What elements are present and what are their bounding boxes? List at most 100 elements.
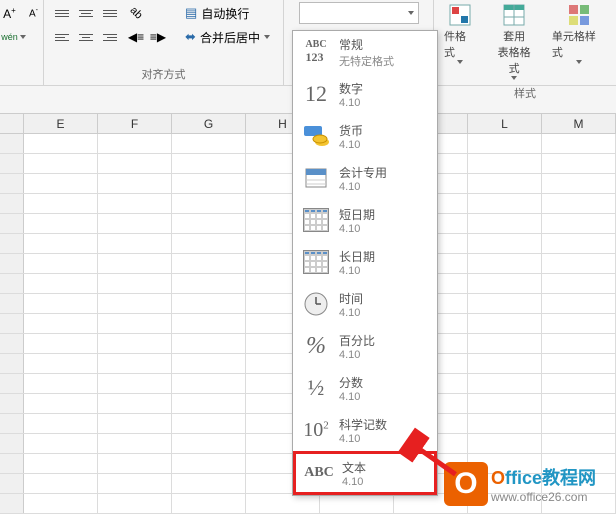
row-header[interactable] [0, 434, 24, 453]
row-header[interactable] [0, 234, 24, 253]
cell[interactable] [98, 194, 172, 213]
cell[interactable] [98, 234, 172, 253]
column-header[interactable]: E [24, 114, 98, 133]
cell[interactable] [24, 434, 98, 453]
cell[interactable] [98, 494, 172, 513]
cell[interactable] [468, 434, 542, 453]
cell[interactable] [172, 194, 246, 213]
cell[interactable] [468, 274, 542, 293]
cell[interactable] [172, 234, 246, 253]
cell[interactable] [98, 474, 172, 493]
decrease-indent[interactable]: ◀≡ [125, 26, 147, 48]
align-top-left[interactable] [51, 2, 73, 24]
format-option-clock[interactable]: 时间4.10 [293, 283, 437, 325]
cell[interactable] [98, 174, 172, 193]
cell[interactable] [98, 374, 172, 393]
cell[interactable] [468, 254, 542, 273]
cell[interactable] [468, 354, 542, 373]
cell[interactable] [172, 494, 246, 513]
cell[interactable] [468, 194, 542, 213]
row-header[interactable] [0, 194, 24, 213]
cell[interactable] [172, 274, 246, 293]
cell[interactable] [468, 334, 542, 353]
cell[interactable] [98, 134, 172, 153]
cell[interactable] [98, 274, 172, 293]
cell[interactable] [24, 314, 98, 333]
cell[interactable] [172, 474, 246, 493]
cell[interactable] [542, 334, 616, 353]
wrap-text-button[interactable]: ▤ 自动换行 [179, 2, 276, 24]
cell[interactable] [172, 174, 246, 193]
merge-center-button[interactable]: ⬌ 合并后居中 [179, 26, 276, 48]
cell[interactable] [542, 234, 616, 253]
cell[interactable] [98, 454, 172, 473]
cell[interactable] [24, 134, 98, 153]
format-option-frac[interactable]: ½分数4.10 [293, 367, 437, 409]
cell[interactable] [542, 194, 616, 213]
cell[interactable] [24, 394, 98, 413]
format-option-12[interactable]: 12数字4.10 [293, 73, 437, 115]
cell[interactable] [542, 414, 616, 433]
cell[interactable] [172, 254, 246, 273]
align-top-center[interactable] [75, 2, 97, 24]
cell[interactable] [172, 394, 246, 413]
format-option-coins[interactable]: 货币4.10 [293, 115, 437, 157]
cell[interactable] [542, 434, 616, 453]
row-header[interactable] [0, 394, 24, 413]
cell[interactable] [172, 134, 246, 153]
column-header[interactable]: G [172, 114, 246, 133]
format-option-cal[interactable]: 短日期4.10 [293, 199, 437, 241]
cell[interactable] [468, 174, 542, 193]
row-header[interactable] [0, 174, 24, 193]
cell[interactable] [172, 354, 246, 373]
column-header[interactable]: M [542, 114, 616, 133]
cell[interactable] [24, 274, 98, 293]
cell[interactable] [542, 134, 616, 153]
cell[interactable] [542, 154, 616, 173]
cell[interactable] [542, 394, 616, 413]
cell[interactable] [24, 154, 98, 173]
orientation-button[interactable]: ab [125, 2, 147, 24]
cell[interactable] [24, 254, 98, 273]
cell[interactable] [542, 354, 616, 373]
cell[interactable] [24, 194, 98, 213]
row-header[interactable] [0, 154, 24, 173]
cell[interactable] [172, 414, 246, 433]
row-header[interactable] [0, 374, 24, 393]
cell[interactable] [542, 314, 616, 333]
cell[interactable] [468, 394, 542, 413]
cell[interactable] [468, 234, 542, 253]
cell[interactable] [172, 314, 246, 333]
cell[interactable] [468, 294, 542, 313]
cell[interactable] [24, 334, 98, 353]
cell[interactable] [24, 374, 98, 393]
cell[interactable] [172, 154, 246, 173]
cell[interactable] [468, 314, 542, 333]
cell[interactable] [172, 374, 246, 393]
align-left[interactable] [51, 26, 73, 48]
cell[interactable] [172, 294, 246, 313]
cell[interactable] [172, 214, 246, 233]
format-table-button[interactable]: 套用 表格格式 [487, 2, 542, 82]
row-header[interactable] [0, 334, 24, 353]
cell[interactable] [98, 434, 172, 453]
row-header[interactable] [0, 354, 24, 373]
row-header[interactable] [0, 254, 24, 273]
cell[interactable] [24, 474, 98, 493]
format-option-abc123[interactable]: ABC123常规无特定格式 [293, 31, 437, 73]
cell[interactable] [542, 174, 616, 193]
cell[interactable] [468, 154, 542, 173]
row-header[interactable] [0, 134, 24, 153]
align-right[interactable] [99, 26, 121, 48]
cell[interactable] [98, 414, 172, 433]
cell[interactable] [98, 394, 172, 413]
cell[interactable] [468, 214, 542, 233]
cell[interactable] [98, 334, 172, 353]
conditional-format-button[interactable]: 件格式 [438, 2, 483, 66]
cell[interactable] [24, 494, 98, 513]
cell[interactable] [24, 174, 98, 193]
cell[interactable] [246, 494, 320, 513]
cell[interactable] [98, 294, 172, 313]
format-option-pct[interactable]: %百分比4.10 [293, 325, 437, 367]
cell[interactable] [172, 454, 246, 473]
